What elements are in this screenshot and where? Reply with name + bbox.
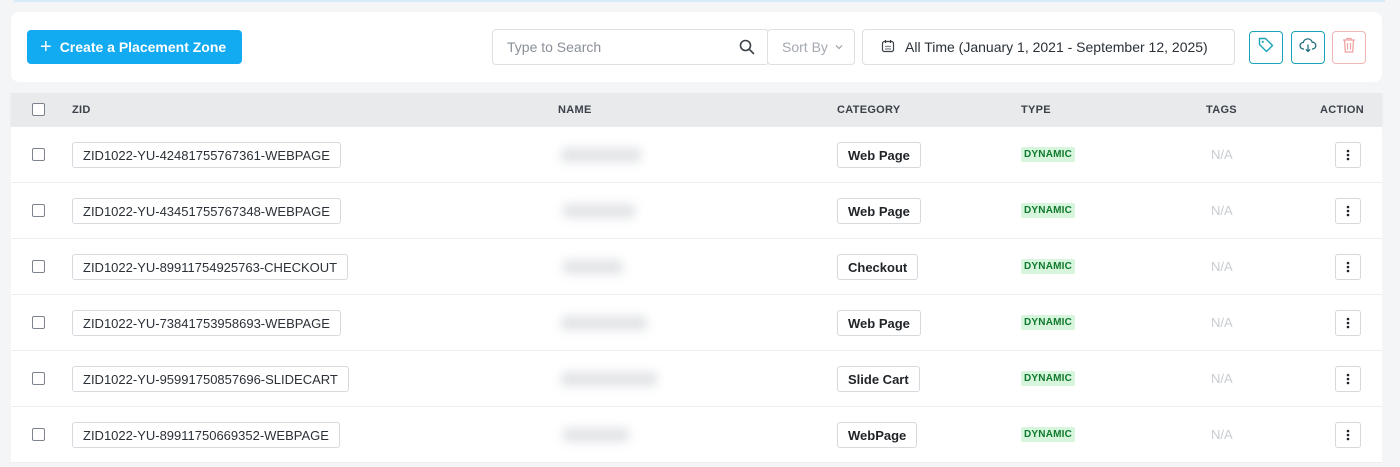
top-accent-strip bbox=[14, 0, 1385, 2]
category-pill: Web Page bbox=[837, 310, 921, 336]
table-row[interactable]: ZID1022-YU-73841753958693-WEBPAGE Web Pa… bbox=[11, 295, 1382, 351]
row-action-button[interactable] bbox=[1335, 198, 1361, 224]
type-badge: DYNAMIC bbox=[1021, 147, 1076, 162]
sort-by-label: Sort By bbox=[782, 39, 828, 55]
zid-value: ZID1022-YU-89911754925763-CHECKOUT bbox=[72, 254, 349, 280]
header-category: CATEGORY bbox=[837, 104, 901, 116]
row-action-button[interactable] bbox=[1335, 142, 1361, 168]
name-redacted bbox=[563, 428, 629, 442]
table-row[interactable]: ZID1022-YU-89911750669352-WEBPAGE WebPag… bbox=[11, 407, 1382, 463]
kebab-menu-icon bbox=[1346, 205, 1350, 217]
sort-by-dropdown[interactable]: Sort By bbox=[767, 29, 855, 65]
table-row[interactable]: ZID1022-YU-95991750857696-SLIDECART Slid… bbox=[11, 351, 1382, 407]
create-button-label: Create a Placement Zone bbox=[59, 39, 227, 55]
name-redacted bbox=[563, 260, 623, 274]
kebab-menu-icon bbox=[1346, 149, 1350, 161]
table-row[interactable]: ZID1022-YU-42481755767361-WEBPAGE Web Pa… bbox=[11, 127, 1382, 183]
row-checkbox[interactable] bbox=[32, 204, 45, 217]
date-range-picker[interactable]: All Time (January 1, 2021 - September 12… bbox=[862, 29, 1235, 65]
type-badge: DYNAMIC bbox=[1021, 371, 1076, 386]
header-zid: ZID bbox=[72, 104, 91, 116]
row-action-button[interactable] bbox=[1335, 310, 1361, 336]
zid-value: ZID1022-YU-42481755767361-WEBPAGE bbox=[72, 142, 341, 168]
row-checkbox[interactable] bbox=[32, 372, 45, 385]
category-pill: Checkout bbox=[837, 254, 919, 280]
name-redacted bbox=[563, 204, 635, 218]
tags-value: N/A bbox=[1211, 259, 1233, 274]
type-badge: DYNAMIC bbox=[1021, 203, 1076, 218]
delete-button[interactable] bbox=[1332, 31, 1366, 64]
tags-value: N/A bbox=[1211, 315, 1233, 330]
name-redacted bbox=[561, 148, 641, 162]
search-icon[interactable] bbox=[739, 39, 755, 60]
header-tags: TAGS bbox=[1206, 104, 1237, 116]
row-checkbox[interactable] bbox=[32, 428, 45, 441]
date-range-label: All Time (January 1, 2021 - September 12… bbox=[905, 39, 1208, 55]
tags-value: N/A bbox=[1211, 203, 1233, 218]
header-type: TYPE bbox=[1021, 104, 1051, 116]
header-action: ACTION bbox=[1320, 104, 1364, 116]
row-action-button[interactable] bbox=[1335, 422, 1361, 448]
chevron-down-icon bbox=[834, 39, 844, 55]
kebab-menu-icon bbox=[1346, 261, 1350, 273]
type-badge: DYNAMIC bbox=[1021, 315, 1076, 330]
kebab-menu-icon bbox=[1346, 317, 1350, 329]
kebab-menu-icon bbox=[1346, 373, 1350, 385]
search-input[interactable] bbox=[493, 30, 723, 64]
name-redacted bbox=[561, 316, 647, 330]
type-badge: DYNAMIC bbox=[1021, 427, 1076, 442]
category-pill: Web Page bbox=[837, 142, 921, 168]
plus-icon: + bbox=[40, 36, 52, 58]
tags-value: N/A bbox=[1211, 371, 1233, 386]
placement-zone-table: ZID NAME CATEGORY TYPE TAGS ACTION ZID10… bbox=[11, 93, 1382, 463]
row-checkbox[interactable] bbox=[32, 148, 45, 161]
select-all-checkbox[interactable] bbox=[32, 103, 45, 116]
table-row[interactable]: ZID1022-YU-43451755767348-WEBPAGE Web Pa… bbox=[11, 183, 1382, 239]
row-action-button[interactable] bbox=[1335, 366, 1361, 392]
tags-value: N/A bbox=[1211, 427, 1233, 442]
download-button[interactable] bbox=[1291, 31, 1325, 64]
row-checkbox[interactable] bbox=[32, 316, 45, 329]
tag-icon bbox=[1257, 36, 1275, 59]
tag-button[interactable] bbox=[1249, 31, 1283, 64]
search-box bbox=[492, 29, 769, 65]
calendar-icon bbox=[881, 39, 895, 56]
zid-value: ZID1022-YU-89911750669352-WEBPAGE bbox=[72, 422, 340, 448]
header-name: NAME bbox=[558, 104, 592, 116]
create-placement-zone-button[interactable]: + Create a Placement Zone bbox=[27, 30, 242, 64]
zid-value: ZID1022-YU-43451755767348-WEBPAGE bbox=[72, 198, 341, 224]
category-pill: Slide Cart bbox=[837, 366, 920, 392]
tags-value: N/A bbox=[1211, 147, 1233, 162]
toolbar: + Create a Placement Zone Sort By All Ti… bbox=[11, 12, 1382, 82]
trash-icon bbox=[1341, 36, 1357, 59]
zid-value: ZID1022-YU-73841753958693-WEBPAGE bbox=[72, 310, 341, 336]
table-header: ZID NAME CATEGORY TYPE TAGS ACTION bbox=[11, 93, 1382, 127]
category-pill: Web Page bbox=[837, 198, 921, 224]
cloud-download-icon bbox=[1299, 36, 1317, 59]
name-redacted bbox=[561, 372, 657, 386]
table-row[interactable]: ZID1022-YU-89911754925763-CHECKOUT Check… bbox=[11, 239, 1382, 295]
category-pill: WebPage bbox=[837, 422, 918, 448]
row-checkbox[interactable] bbox=[32, 260, 45, 273]
type-badge: DYNAMIC bbox=[1021, 259, 1076, 274]
zid-value: ZID1022-YU-95991750857696-SLIDECART bbox=[72, 366, 349, 392]
kebab-menu-icon bbox=[1346, 429, 1350, 441]
row-action-button[interactable] bbox=[1335, 254, 1361, 280]
